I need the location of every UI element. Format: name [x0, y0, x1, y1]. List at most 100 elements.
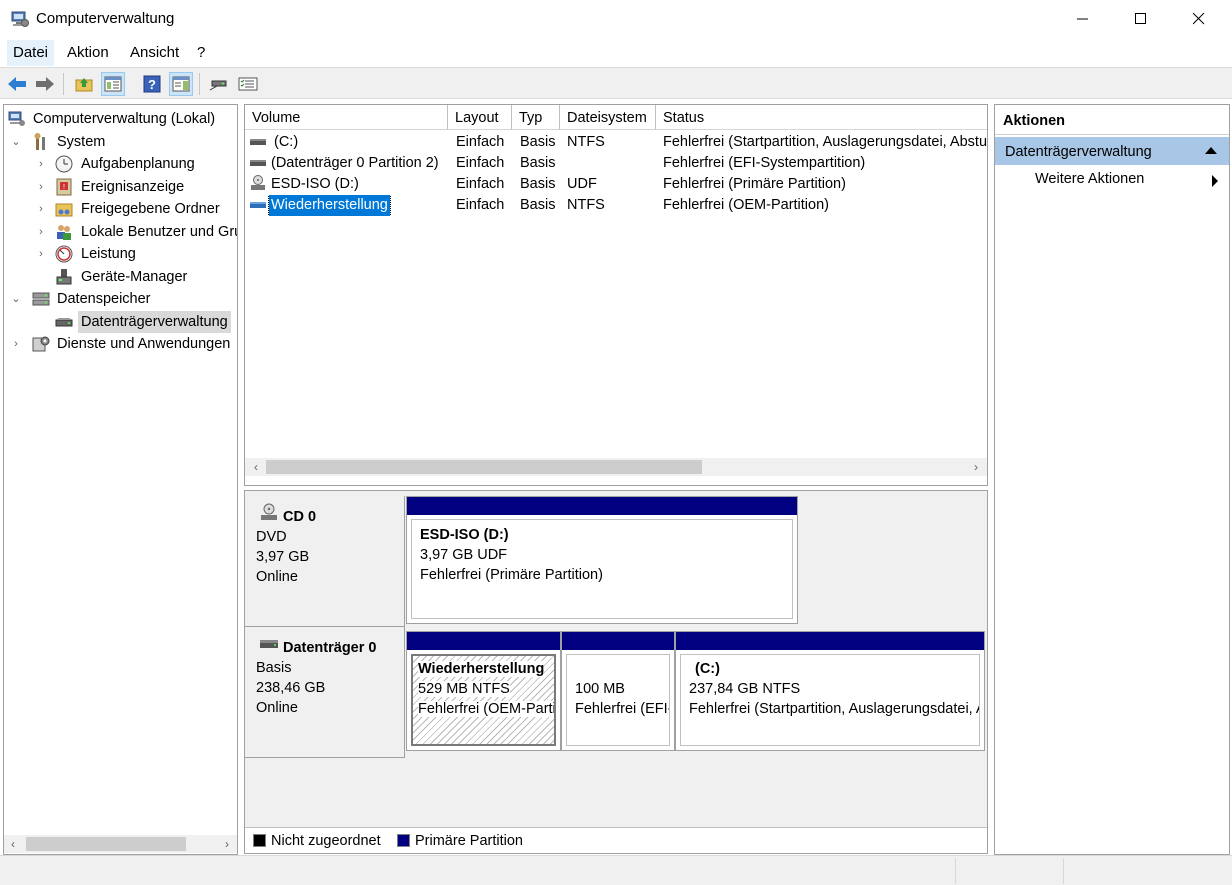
partition-c[interactable]: (C:) 237,84 GB NTFS Fehlerfrei (Startpar… — [675, 631, 985, 751]
column-header-status[interactable]: Status — [656, 105, 987, 130]
partition-efi[interactable]: 100 MB Fehlerfrei (EFI-Systempartition) — [561, 631, 675, 751]
minimize-button[interactable] — [1054, 0, 1112, 38]
scroll-right-icon[interactable]: › — [967, 458, 985, 476]
tree-item-ereignisanzeige[interactable]: › ! Ereignisanzeige — [4, 176, 236, 198]
tree-item-dienste[interactable]: › Dienste und Anwendungen — [4, 333, 236, 355]
status-bar — [0, 855, 1232, 885]
volume-horizontal-scrollbar[interactable]: ‹ › — [245, 458, 987, 476]
expand-chevron-icon[interactable]: › — [35, 153, 47, 175]
disk-size: 238,46 GB — [256, 680, 326, 696]
column-header-volume[interactable]: Volume — [245, 105, 448, 130]
scroll-left-icon[interactable]: ‹ — [4, 835, 22, 853]
column-header-layout[interactable]: Layout — [448, 105, 512, 130]
tree-item-lokale-benutzer[interactable]: › Lokale Benutzer und Gruppen — [4, 221, 237, 243]
partition-status: Fehlerfrei (EFI-Systempartition) — [575, 701, 670, 717]
properties-button[interactable] — [236, 72, 260, 96]
cell-fs: UDF — [567, 176, 597, 192]
volume-name: (Datenträger 0 Partition 2) — [271, 155, 439, 171]
close-button[interactable] — [1170, 0, 1228, 38]
menu-ansicht[interactable]: Ansicht — [124, 40, 185, 66]
partition-color-bar — [407, 632, 560, 650]
collapse-caret-icon[interactable] — [1205, 147, 1217, 154]
cell-volume: ESD-ISO (D:) — [250, 174, 448, 195]
window-title: Computerverwaltung — [36, 10, 175, 27]
cell-layout: Einfach — [456, 176, 505, 192]
scroll-left-icon[interactable]: ‹ — [247, 458, 265, 476]
legend-label: Nicht zugeordnet — [271, 833, 381, 849]
back-arrow-icon — [8, 77, 26, 91]
menu-aktion[interactable]: Aktion — [61, 40, 115, 66]
tree-item-aufgabenplanung[interactable]: › Aufgabenplanung — [4, 153, 236, 175]
legend-label: Primäre Partition — [415, 833, 523, 849]
expand-chevron-icon[interactable]: › — [35, 176, 47, 198]
folder-up-icon — [75, 78, 93, 92]
disk-management-icon — [55, 318, 73, 327]
help-button[interactable]: ? — [140, 72, 164, 96]
submenu-arrow-icon[interactable] — [1212, 175, 1218, 187]
partition-color-bar — [676, 632, 984, 650]
toolbar-separator — [63, 73, 64, 95]
legend-swatch-primary — [397, 834, 410, 847]
disk-state: Online — [256, 569, 298, 585]
shared-folder-icon — [55, 203, 73, 217]
collapse-chevron-icon[interactable]: ⌄ — [10, 131, 22, 153]
partition-status: Fehlerfrei (Startpartition, Auslagerungs… — [689, 701, 979, 717]
action-section-label: Datenträgerverwaltung — [1005, 144, 1152, 160]
computer-management-icon — [11, 11, 29, 27]
table-row[interactable]: Wiederherstellung Einfach Basis NTFS Feh… — [245, 195, 987, 216]
disk-label-disk0[interactable]: Datenträger 0 Basis 238,46 GB Online — [245, 627, 405, 758]
maximize-button[interactable] — [1112, 0, 1170, 38]
expand-chevron-icon[interactable]: › — [35, 243, 47, 265]
partition-title: Wiederherstellung — [418, 661, 545, 677]
dvd-icon — [261, 503, 277, 520]
partition-esd-iso[interactable]: ESD-ISO (D:) 3,97 GB UDF Fehlerfrei (Pri… — [406, 496, 798, 624]
connect-button[interactable] — [207, 72, 231, 96]
tree-item-datenspeicher[interactable]: ⌄ Datenspeicher — [4, 288, 236, 310]
table-row[interactable]: (Datenträger 0 Partition 2) Einfach Basi… — [245, 153, 987, 174]
drive-icon — [250, 202, 266, 208]
table-row[interactable]: ESD-ISO (D:) Einfach Basis UDF Fehlerfre… — [245, 174, 987, 195]
cell-fs: NTFS — [567, 134, 605, 150]
back-button[interactable] — [5, 72, 29, 96]
partition-size: 3,97 GB UDF — [420, 547, 508, 563]
cell-status: Fehlerfrei (EFI-Systempartition) — [663, 155, 866, 171]
collapse-chevron-icon[interactable]: ⌄ — [10, 288, 22, 310]
tree-item-root[interactable]: Computerverwaltung (Lokal) — [4, 108, 236, 130]
expand-chevron-icon[interactable]: › — [10, 333, 22, 355]
partition-wiederherstellung[interactable]: Wiederherstellung 529 MB NTFS Fehlerfrei… — [406, 631, 561, 751]
tree-label: Aufgabenplanung — [81, 156, 195, 172]
table-row[interactable]: (C:) Einfach Basis NTFS Fehlerfrei (Star… — [245, 132, 987, 153]
menu-datei[interactable]: Datei — [7, 40, 55, 66]
drive-icon — [250, 139, 266, 145]
legend-swatch-unallocated — [253, 834, 266, 847]
column-header-typ[interactable]: Typ — [512, 105, 560, 130]
show-hide-tree-button[interactable] — [101, 72, 125, 96]
cell-volume: (Datenträger 0 Partition 2) — [250, 153, 448, 174]
up-folder-button[interactable] — [72, 72, 96, 96]
tree-horizontal-scrollbar[interactable]: ‹ › — [4, 835, 237, 853]
partition-title: (C:) — [695, 661, 720, 677]
scroll-thumb[interactable] — [26, 837, 186, 851]
status-segment — [1063, 858, 1171, 884]
expand-chevron-icon[interactable]: › — [35, 221, 47, 243]
column-header-dateisystem[interactable]: Dateisystem — [560, 105, 656, 130]
menu-help[interactable]: ? — [191, 40, 211, 66]
tree-item-datentraegerverwaltung[interactable]: Datenträgerverwaltung — [4, 311, 236, 333]
tree-item-leistung[interactable]: › Leistung — [4, 243, 236, 265]
expand-chevron-icon[interactable]: › — [35, 198, 47, 220]
action-section-datentraegerverwaltung[interactable]: Datenträgerverwaltung — [995, 137, 1229, 165]
console-tree: Computerverwaltung (Lokal) ⌄ System › Au… — [3, 104, 238, 855]
tree-item-freigegebene-ordner[interactable]: › Freigegebene Ordner — [4, 198, 236, 220]
scroll-thumb[interactable] — [266, 460, 702, 474]
show-action-pane-button[interactable] — [169, 72, 193, 96]
scroll-right-icon[interactable]: › — [218, 835, 236, 853]
cell-fs: NTFS — [567, 197, 605, 213]
partition-color-bar — [562, 632, 674, 650]
cell-typ: Basis — [520, 197, 556, 213]
forward-button[interactable] — [33, 72, 57, 96]
tree-item-system[interactable]: ⌄ System — [4, 131, 236, 153]
action-weitere-aktionen[interactable]: Weitere Aktionen — [1035, 171, 1144, 187]
disk-label-cd0[interactable]: CD 0 DVD 3,97 GB Online — [245, 496, 405, 627]
disk-state: Online — [256, 700, 298, 716]
tree-item-geraete-manager[interactable]: Geräte-Manager — [4, 266, 236, 288]
